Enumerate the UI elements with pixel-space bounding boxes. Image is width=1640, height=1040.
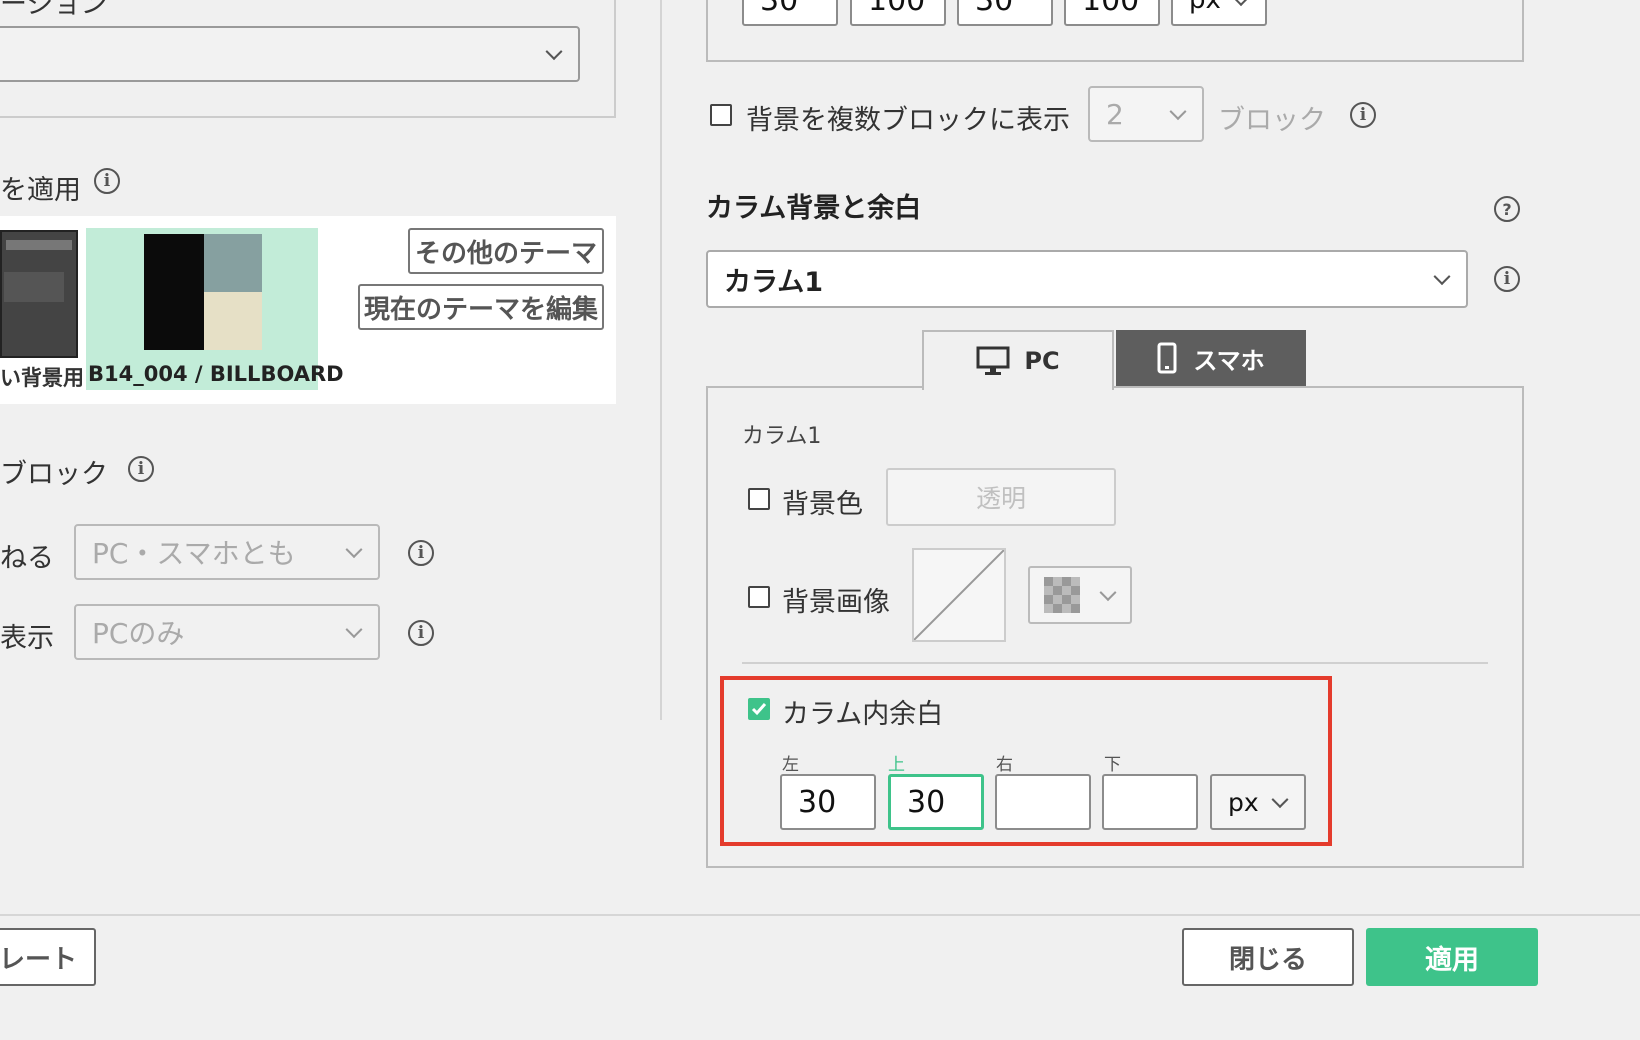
panel-inner-divider: [742, 662, 1488, 664]
template-button-label: レート: [0, 944, 77, 975]
chevron-down-icon: [1232, 0, 1250, 7]
info-icon[interactable]: i: [1494, 266, 1520, 292]
check-icon: [751, 703, 767, 716]
bg-color-checkbox[interactable]: [748, 488, 770, 510]
padding-checkbox[interactable]: [748, 698, 770, 720]
top-input-3[interactable]: 30: [957, 0, 1053, 26]
padding-left-value: 30: [798, 784, 837, 820]
top-input-2[interactable]: 100: [850, 0, 946, 26]
padding-left-input[interactable]: 30: [780, 774, 876, 830]
chevron-down-icon: [1169, 103, 1187, 121]
padding-label: カラム内余白: [782, 699, 944, 730]
bg-image-placeholder[interactable]: [912, 548, 1006, 642]
tab-smartphone[interactable]: スマホ: [1116, 330, 1306, 386]
apply-button[interactable]: 適用: [1366, 928, 1538, 986]
footer: レート 閉じる 適用: [0, 914, 1640, 1040]
apply-button-label: 適用: [1425, 944, 1479, 976]
chevron-down-icon: [1099, 584, 1117, 602]
right-panel: 30 100 30 100 px 背景を複数ブロックに表示 2 ブロック i カ…: [0, 0, 1640, 920]
padding-unit-value: px: [1228, 787, 1259, 817]
panel-title: カラム1: [742, 424, 822, 449]
no-image-icon: [914, 550, 1004, 640]
close-button[interactable]: 閉じる: [1182, 928, 1354, 986]
tab-pc-label: PC: [1024, 347, 1060, 375]
top-input-4[interactable]: 100: [1064, 0, 1160, 26]
info-icon[interactable]: i: [1350, 102, 1376, 128]
padding-bottom-label: 下: [1104, 755, 1121, 775]
padding-left-label: 左: [782, 755, 799, 775]
smartphone-icon: [1157, 342, 1177, 374]
padding-right-input[interactable]: [995, 774, 1091, 830]
top-input-1[interactable]: 30: [742, 0, 838, 26]
tab-smartphone-label: スマホ: [1193, 346, 1265, 375]
padding-unit-select[interactable]: px: [1210, 774, 1306, 830]
padding-top-input[interactable]: 30: [888, 774, 984, 830]
chevron-down-icon: [1433, 268, 1451, 286]
bg-image-label: 背景画像: [782, 587, 890, 618]
padding-bottom-input[interactable]: [1102, 774, 1198, 830]
tab-pc[interactable]: PC: [922, 330, 1114, 390]
template-button[interactable]: レート: [0, 928, 96, 986]
column-section-title: カラム背景と余白: [706, 193, 922, 224]
padding-right-label: 右: [996, 755, 1013, 775]
column-select[interactable]: カラム1: [706, 250, 1468, 308]
bg-color-label: 背景色: [782, 489, 863, 520]
checker-pattern-icon: [1044, 577, 1080, 613]
close-button-label: 閉じる: [1228, 944, 1307, 975]
bg-color-field[interactable]: 透明: [886, 468, 1116, 526]
bg-image-pattern-select[interactable]: [1028, 566, 1132, 624]
multi-block-label: 背景を複数ブロックに表示: [746, 105, 1070, 136]
padding-top-label: 上: [888, 755, 905, 775]
bg-color-value: 透明: [975, 484, 1026, 513]
multi-block-count-select[interactable]: 2: [1088, 86, 1204, 142]
multi-block-count-value: 2: [1106, 97, 1124, 131]
top-input-3-value: 30: [975, 0, 1014, 18]
top-input-4-value: 100: [1082, 0, 1140, 18]
top-unit-select[interactable]: px: [1171, 0, 1267, 26]
chevron-down-icon: [1271, 791, 1289, 809]
monitor-icon: [976, 346, 1010, 375]
multi-block-checkbox[interactable]: [710, 104, 732, 126]
column-select-value: カラム1: [724, 266, 823, 298]
bg-image-checkbox[interactable]: [748, 586, 770, 608]
padding-top-value: 30: [907, 784, 946, 820]
top-unit-value: px: [1189, 0, 1221, 15]
top-input-2-value: 100: [868, 0, 926, 18]
multi-block-suffix: ブロック: [1218, 105, 1326, 136]
top-input-1-value: 30: [760, 0, 799, 18]
help-icon[interactable]: ?: [1494, 196, 1520, 222]
